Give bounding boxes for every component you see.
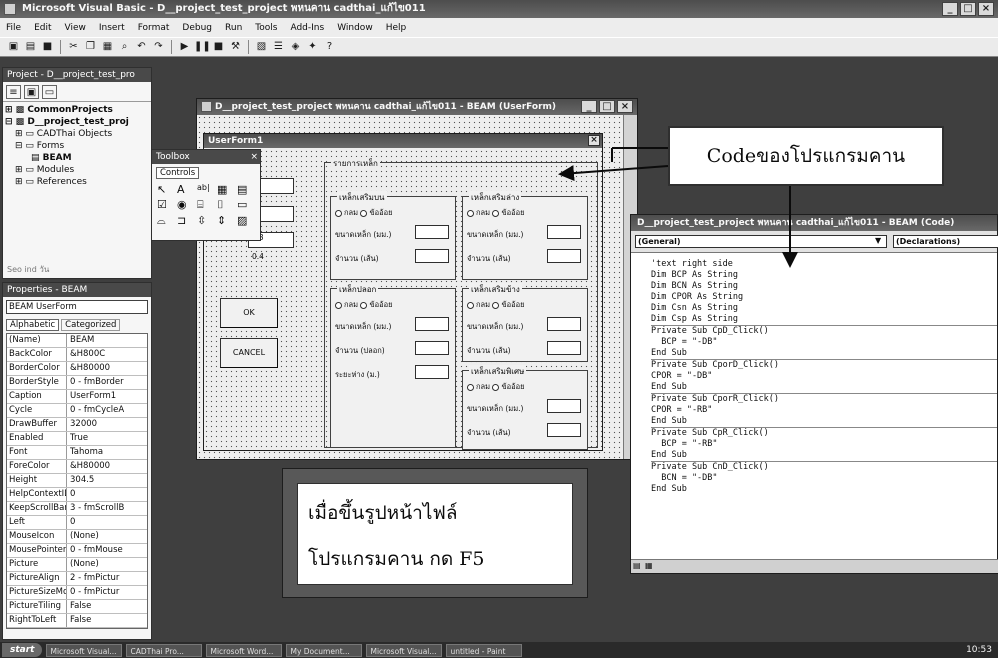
task-documents[interactable]: My Document... [286,643,363,657]
instruction-callout: เมื่อขึ้นรูปหน้าไฟล์ โปรแกรมคาน กด F5 [297,483,573,585]
instruction-line-2: โปรแกรมคาน กด F5 [308,548,485,570]
task-paint[interactable]: untitled - Paint [446,643,523,657]
task-vb-2[interactable]: Microsoft Visual... [366,643,443,657]
task-cadthai[interactable]: CADThai Pro... [126,643,203,657]
task-word[interactable]: Microsoft Word... [206,643,283,657]
arrow-to-form [558,165,669,182]
system-clock: 10:53 [966,645,992,655]
instruction-line-1: เมื่อขึ้นรูปหน้าไฟล์ [308,502,458,524]
instruction-callout-frame: เมื่อขึ้นรูปหน้าไฟล์ โปรแกรมคาน กด F5 [282,468,588,598]
taskbar: start Microsoft Visual... CADThai Pro...… [0,642,998,658]
task-vb-1[interactable]: Microsoft Visual... [46,643,123,657]
start-button[interactable]: start [2,643,43,657]
